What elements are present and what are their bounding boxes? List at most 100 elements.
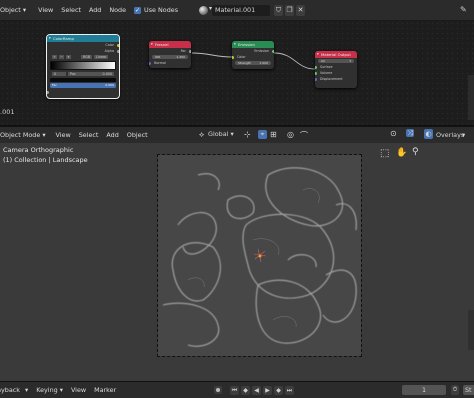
fresnel-node[interactable]: ▾ Fresnel Fac IOR 1.450 Normal bbox=[149, 41, 191, 68]
visibility-icon[interactable]: ⊙ bbox=[390, 129, 397, 138]
color-ramp-gradient[interactable] bbox=[50, 61, 116, 70]
socket-volume[interactable] bbox=[315, 71, 317, 75]
viewport-sidebar-tab[interactable] bbox=[468, 310, 474, 350]
collapse-icon[interactable]: ▾ bbox=[49, 35, 51, 42]
interpolation-select[interactable]: Linear bbox=[94, 55, 109, 59]
stop-index-field[interactable]: 0 bbox=[52, 72, 66, 76]
link-emission-to-output bbox=[273, 52, 316, 70]
surface-label: Surface bbox=[320, 65, 333, 70]
socket-color[interactable] bbox=[117, 43, 119, 47]
collection-label: (1) Collection | Landscape bbox=[3, 156, 88, 164]
socket-displacement[interactable] bbox=[315, 77, 317, 81]
ior-value: 1.450 bbox=[176, 54, 185, 59]
menu-view[interactable]: View bbox=[52, 131, 75, 139]
playback-menu[interactable]: Playback bbox=[0, 386, 24, 394]
camera-icon[interactable]: ⬚ bbox=[380, 148, 389, 159]
strength-field[interactable]: Strength 1.000 bbox=[235, 60, 271, 66]
target-select[interactable]: All ▾ bbox=[318, 58, 354, 64]
start-frame-field[interactable]: St bbox=[463, 385, 474, 395]
ior-field[interactable]: IOR 1.450 bbox=[152, 54, 188, 60]
ridge bbox=[197, 173, 220, 191]
pivot-icon[interactable]: ⊹ bbox=[244, 130, 251, 139]
transform-icon[interactable]: ⟡ bbox=[199, 130, 204, 140]
menu-view[interactable]: View bbox=[67, 386, 90, 394]
remove-stop-icon[interactable]: − bbox=[59, 55, 64, 59]
volume-label: Volume bbox=[320, 71, 333, 76]
fac-label: Fac bbox=[52, 83, 57, 87]
preview-range-icon[interactable]: ⏱ bbox=[451, 385, 459, 395]
menu-select[interactable]: Select bbox=[75, 131, 103, 139]
keying-menu[interactable]: Keying ▾ bbox=[32, 386, 67, 394]
output-emission-label: Emission bbox=[254, 49, 269, 53]
jump-start-icon[interactable]: ⏮ bbox=[230, 386, 239, 395]
collapse-icon[interactable]: ▾ bbox=[317, 51, 319, 58]
overlays-menu[interactable]: Overlays bbox=[436, 131, 464, 139]
snap-target-icon[interactable]: ⊞ bbox=[270, 130, 277, 139]
playback-label: Playback bbox=[0, 386, 20, 394]
hand-icon[interactable]: ✋ bbox=[396, 148, 407, 158]
output-alpha-label: Alpha bbox=[104, 49, 114, 53]
socket-normal[interactable] bbox=[149, 61, 151, 65]
current-frame-field[interactable]: 1 bbox=[402, 385, 446, 395]
gizmo-icon[interactable]: ⤨ bbox=[406, 129, 414, 137]
keying-label: Keying bbox=[36, 386, 58, 394]
target-value: All bbox=[321, 58, 325, 63]
ridge bbox=[171, 242, 221, 302]
menu-marker[interactable]: Marker bbox=[90, 386, 120, 394]
ridge bbox=[302, 188, 320, 204]
zoom-icon[interactable]: ⚲ bbox=[412, 147, 419, 157]
socket-emission-output[interactable] bbox=[272, 49, 274, 53]
next-key-icon[interactable]: ◆ bbox=[274, 386, 283, 395]
prev-key-icon[interactable]: ◆ bbox=[241, 386, 250, 395]
viewport-header: Object Mode ▾ View Select Add Object ⟡ G… bbox=[0, 127, 474, 143]
play-icon[interactable]: ▶ bbox=[263, 386, 272, 395]
ridge bbox=[255, 279, 322, 344]
material-output-title: Material Output bbox=[321, 52, 351, 57]
material-output-node[interactable]: ▾ Material Output All ▾ Surface Volume Di… bbox=[315, 51, 357, 88]
ridge bbox=[242, 213, 335, 299]
ramp-menu-icon[interactable]: ▾ bbox=[66, 55, 71, 59]
add-stop-icon[interactable]: + bbox=[52, 55, 57, 59]
overlay-icon[interactable]: ◐ bbox=[424, 129, 433, 139]
stop-position-value: 0.000 bbox=[102, 72, 112, 76]
emission-input-color: Color bbox=[232, 54, 274, 60]
chevron-down-icon: ▾ bbox=[349, 58, 351, 63]
socket-fac-input[interactable] bbox=[47, 91, 49, 94]
ior-label: IOR bbox=[155, 54, 161, 59]
socket-surface[interactable] bbox=[315, 65, 317, 69]
orientation-select[interactable]: Global ▾ bbox=[208, 130, 234, 138]
socket-color-input[interactable] bbox=[232, 55, 234, 59]
collapse-icon[interactable]: ▾ bbox=[151, 41, 153, 48]
record-icon[interactable] bbox=[214, 386, 222, 394]
emission-node[interactable]: ▾ Emission Emission Color Strength 1.000 bbox=[232, 41, 274, 69]
collapse-icon[interactable]: ▾ bbox=[234, 41, 236, 48]
ridge bbox=[177, 212, 217, 255]
ridge bbox=[162, 302, 220, 347]
object-mode-select[interactable]: Object Mode ▾ bbox=[0, 131, 50, 139]
emission-node-header[interactable]: ▾ Emission bbox=[232, 41, 274, 48]
colorramp-title: ColorRamp bbox=[53, 36, 74, 41]
strength-value: 1.000 bbox=[259, 60, 268, 65]
socket-fac-output[interactable] bbox=[189, 49, 191, 53]
jump-end-icon[interactable]: ⏭ bbox=[285, 386, 294, 395]
socket-alpha[interactable] bbox=[117, 49, 119, 53]
stop-color-swatch[interactable] bbox=[50, 78, 116, 82]
material-output-header[interactable]: ▾ Material Output bbox=[315, 51, 357, 58]
snap-icon[interactable]: ⌖ bbox=[258, 130, 267, 139]
ridge bbox=[226, 195, 255, 220]
menu-object[interactable]: Object bbox=[123, 131, 152, 139]
play-reverse-icon[interactable]: ◀ bbox=[252, 386, 261, 395]
chevron-down-icon: ▾ bbox=[462, 131, 466, 139]
fresnel-node-header[interactable]: ▾ Fresnel bbox=[149, 41, 191, 48]
stop-position-field[interactable]: Pos 0.000 bbox=[68, 72, 114, 76]
color-label: Color bbox=[237, 55, 246, 59]
proportional-icon[interactable]: ◎ bbox=[287, 130, 294, 139]
colorramp-node[interactable]: ▾ ColorRamp Color Alpha + − ▾ RGB Linear… bbox=[46, 34, 120, 99]
colorramp-node-header[interactable]: ▾ ColorRamp bbox=[47, 35, 119, 42]
falloff-icon[interactable]: ⌒ bbox=[300, 130, 308, 141]
fac-value: 0.000 bbox=[105, 83, 114, 87]
fac-field[interactable]: Fac 0.000 bbox=[50, 83, 116, 88]
menu-add[interactable]: Add bbox=[102, 131, 122, 139]
color-mode-select[interactable]: RGB bbox=[81, 55, 93, 59]
displacement-label: Displacement bbox=[320, 77, 343, 82]
